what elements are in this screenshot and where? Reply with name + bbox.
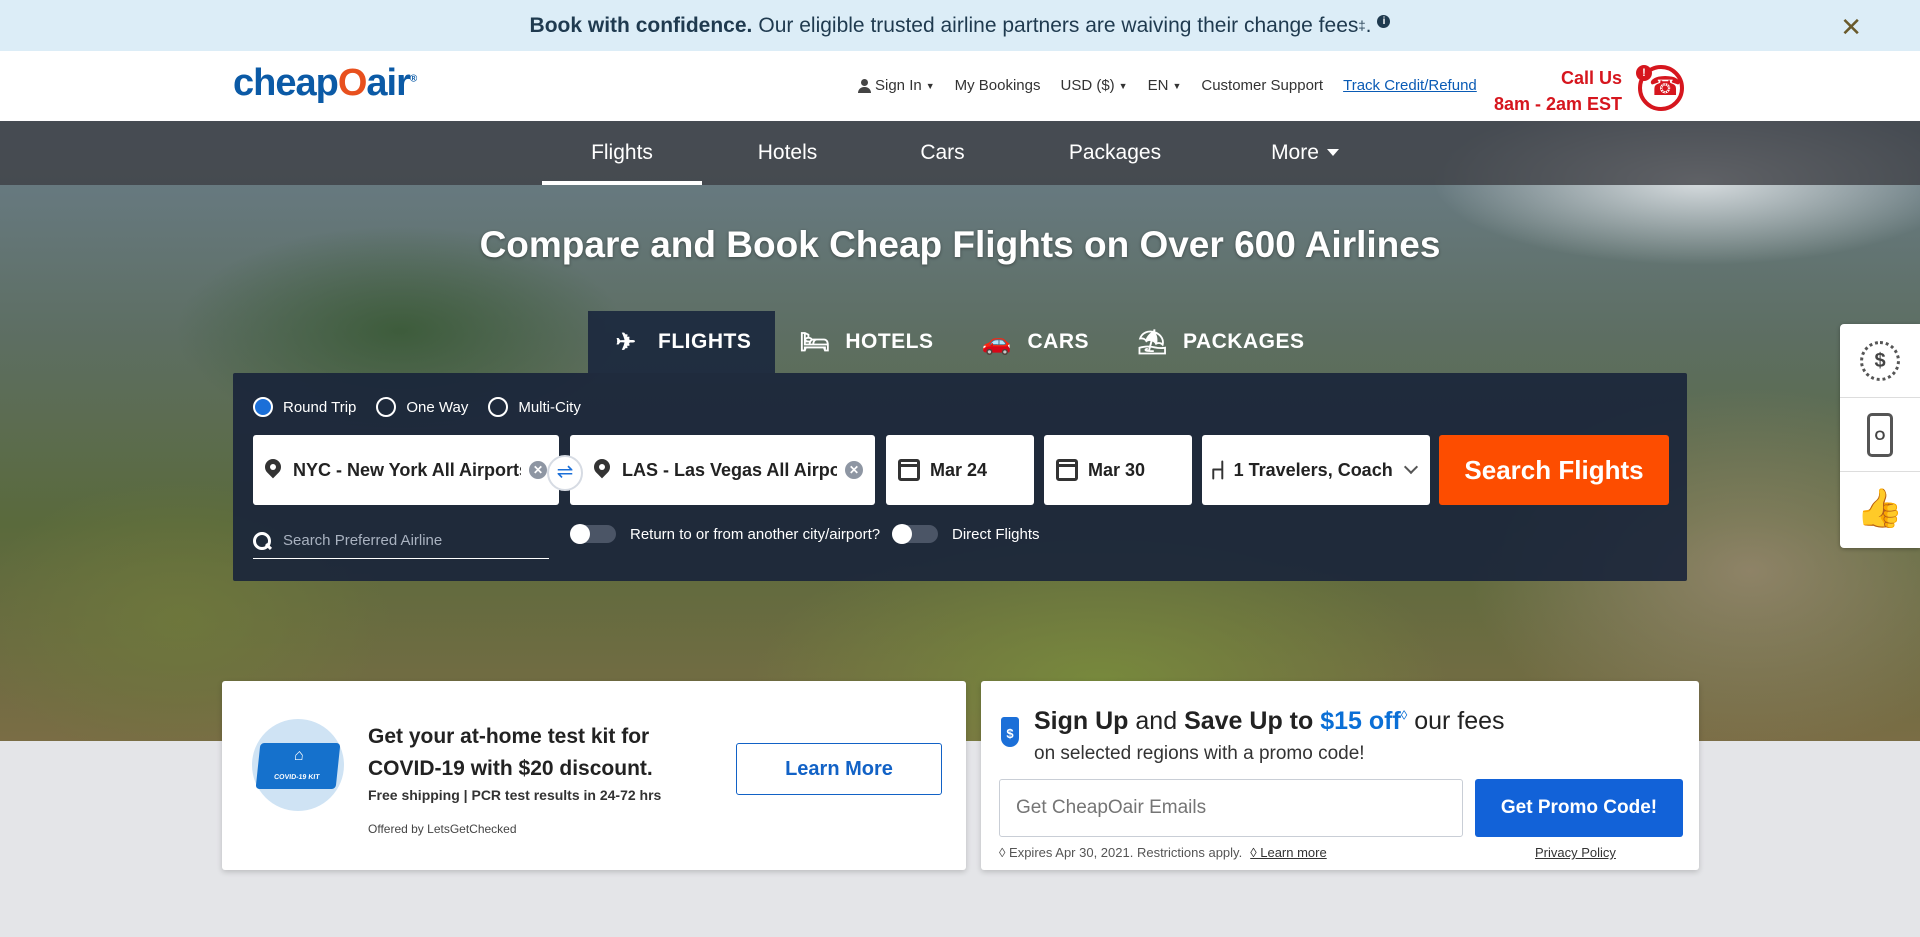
email-input[interactable] xyxy=(999,779,1463,837)
top-banner: Book with confidence. Our eligible trust… xyxy=(0,0,1920,51)
location-pin-icon xyxy=(265,459,281,481)
promo-title: Sign Up and Save Up to $15 off◊ our fees xyxy=(1034,707,1505,735)
call-us-label: Call Us xyxy=(1561,68,1623,88)
site-header: cheapOair® Sign In ▼ My Bookings USD ($) ▼… xyxy=(0,51,1920,121)
language-selector[interactable]: EN ▼ xyxy=(1148,77,1182,94)
caret-down-icon: ▼ xyxy=(1172,80,1182,91)
nav-flights[interactable]: Flights xyxy=(542,121,702,185)
promo-expires: ◊ Expires Apr 30, 2021. Restrictions app… xyxy=(999,845,1327,860)
info-icon[interactable]: i xyxy=(1377,15,1391,28)
nav-more[interactable]: More xyxy=(1245,121,1365,185)
nav-hotels[interactable]: Hotels xyxy=(720,121,855,185)
direct-flights-toggle[interactable] xyxy=(892,524,938,544)
close-icon[interactable]: ✕ xyxy=(1840,12,1862,43)
caret-down-icon: ▼ xyxy=(1118,80,1128,91)
covid-offered-by: Offered by LetsGetChecked xyxy=(368,822,517,836)
price-tag-icon: $ xyxy=(1001,717,1019,747)
flight-search-form: Round Trip One Way Multi-City NYC - New … xyxy=(233,373,1687,581)
beach-umbrella-icon: ⛱ xyxy=(1137,328,1168,356)
return-date-field[interactable]: Mar 30 xyxy=(1044,435,1192,505)
nav-cars[interactable]: Cars xyxy=(880,121,1005,185)
tab-packages[interactable]: ⛱ PACKAGES xyxy=(1113,311,1328,373)
side-widget: $ O 👍 xyxy=(1840,324,1920,548)
swap-airports-button[interactable]: ⇌ xyxy=(547,455,583,491)
learn-more-button[interactable]: Learn More xyxy=(736,743,942,795)
tab-cars[interactable]: 🚗 CARS xyxy=(958,311,1114,373)
radio-one-way[interactable]: One Way xyxy=(376,397,468,417)
calendar-icon xyxy=(898,459,920,481)
direct-flights-label: Direct Flights xyxy=(952,525,1040,543)
cheapoair-logo[interactable]: cheapOair® xyxy=(233,62,417,105)
travelers-selector[interactable]: ⑁ 1 Travelers, Coach xyxy=(1202,435,1430,505)
sign-in-link[interactable]: Sign In ▼ xyxy=(858,77,935,94)
currency-selector[interactable]: USD ($) ▼ xyxy=(1061,77,1128,94)
radio-multi-city[interactable]: Multi-City xyxy=(488,397,581,417)
airplane-icon: ✈ xyxy=(615,328,637,356)
depart-date-field[interactable]: Mar 24 xyxy=(886,435,1034,505)
hero-title: Compare and Book Cheap Flights on Over 6… xyxy=(479,224,1441,265)
destination-field[interactable]: LAS - Las Vegas All Airports ✕ xyxy=(570,435,875,505)
top-nav: Sign In ▼ My Bookings USD ($) ▼ EN ▼ Custom… xyxy=(858,77,1477,94)
track-credit-refund-link[interactable]: Track Credit/Refund xyxy=(1343,77,1477,94)
return-other-toggle[interactable] xyxy=(570,524,616,544)
price-guarantee-item[interactable]: $ xyxy=(1840,324,1920,398)
thumbs-up-icon: 👍 xyxy=(1856,488,1904,530)
radio-round-trip[interactable]: Round Trip xyxy=(253,397,356,417)
phone-icon[interactable]: ! xyxy=(1636,65,1684,111)
car-icon: 🚗 xyxy=(981,328,1012,356)
call-us[interactable]: Call Us 8am - 2am EST xyxy=(1494,65,1622,117)
search-icon xyxy=(253,531,271,550)
bed-icon: 🛏 xyxy=(799,328,831,356)
origin-field[interactable]: NYC - New York All Airports ✕ xyxy=(253,435,559,505)
main-nav: Flights Hotels Cars Packages More xyxy=(0,121,1920,185)
promo-signup-card: $ Sign Up and Save Up to $15 off◊ our fe… xyxy=(981,681,1699,870)
promo-learn-more-link[interactable]: ◊ Learn more xyxy=(1250,845,1327,860)
banner-bold-text: Book with confidence. xyxy=(529,13,753,37)
preferred-airline-input[interactable]: Search Preferred Airline xyxy=(253,523,549,559)
product-tabs: ✈ FLIGHTS 🛏 HOTELS 🚗 CARS ⛱ PACKAGES xyxy=(588,311,1328,373)
trip-type-group: Round Trip One Way Multi-City xyxy=(253,397,581,417)
test-kit-image: COVID-19 KIT xyxy=(252,719,344,811)
hero-section: Flights Hotels Cars Packages More Compar… xyxy=(0,121,1920,741)
call-hours: 8am - 2am EST xyxy=(1494,94,1623,114)
nav-packages[interactable]: Packages xyxy=(1040,121,1190,185)
return-other-toggle-row: Return to or from another city/airport? xyxy=(570,524,881,544)
customer-support-link[interactable]: Customer Support xyxy=(1201,77,1323,94)
mobile-phone-icon: O xyxy=(1867,412,1893,457)
covid-test-card: COVID-19 KIT Get your at-home test kit f… xyxy=(222,681,966,870)
location-pin-icon xyxy=(594,459,610,481)
banner-period: . xyxy=(1365,13,1372,37)
kit-box-label: COVID-19 KIT xyxy=(255,743,341,789)
calendar-icon xyxy=(1056,459,1078,481)
clear-destination-icon[interactable]: ✕ xyxy=(845,461,863,479)
banner-text: Our eligible trusted airline partners ar… xyxy=(758,13,1359,37)
my-bookings-link[interactable]: My Bookings xyxy=(955,77,1041,94)
search-flights-button[interactable]: Search Flights xyxy=(1439,435,1669,505)
get-promo-code-button[interactable]: Get Promo Code! xyxy=(1475,779,1683,837)
direct-flights-toggle-row: Direct Flights xyxy=(892,524,1040,544)
banner-sup: ‡ xyxy=(1358,18,1366,33)
notification-dot: ! xyxy=(1636,65,1652,81)
caret-down-icon: ▼ xyxy=(925,80,935,91)
seat-icon: ⑁ xyxy=(1210,454,1226,485)
feedback-item[interactable]: 👍 xyxy=(1840,472,1920,546)
user-icon xyxy=(858,78,871,93)
tab-flights[interactable]: ✈ FLIGHTS xyxy=(588,311,776,373)
promo-subtitle: on selected regions with a promo code! xyxy=(1034,743,1365,764)
caret-down-icon xyxy=(1326,149,1339,156)
return-other-label: Return to or from another city/airport? xyxy=(630,525,881,543)
price-badge-icon: $ xyxy=(1860,340,1900,381)
privacy-policy-link[interactable]: Privacy Policy xyxy=(1535,845,1616,860)
clear-origin-icon[interactable]: ✕ xyxy=(529,461,547,479)
chevron-down-icon xyxy=(1403,459,1419,475)
mobile-app-item[interactable]: O xyxy=(1840,398,1920,472)
covid-subtitle: Free shipping | PCR test results in 24-7… xyxy=(368,787,662,803)
tab-hotels[interactable]: 🛏 HOTELS xyxy=(775,311,957,373)
covid-title: Get your at-home test kit for COVID-19 w… xyxy=(368,725,653,780)
